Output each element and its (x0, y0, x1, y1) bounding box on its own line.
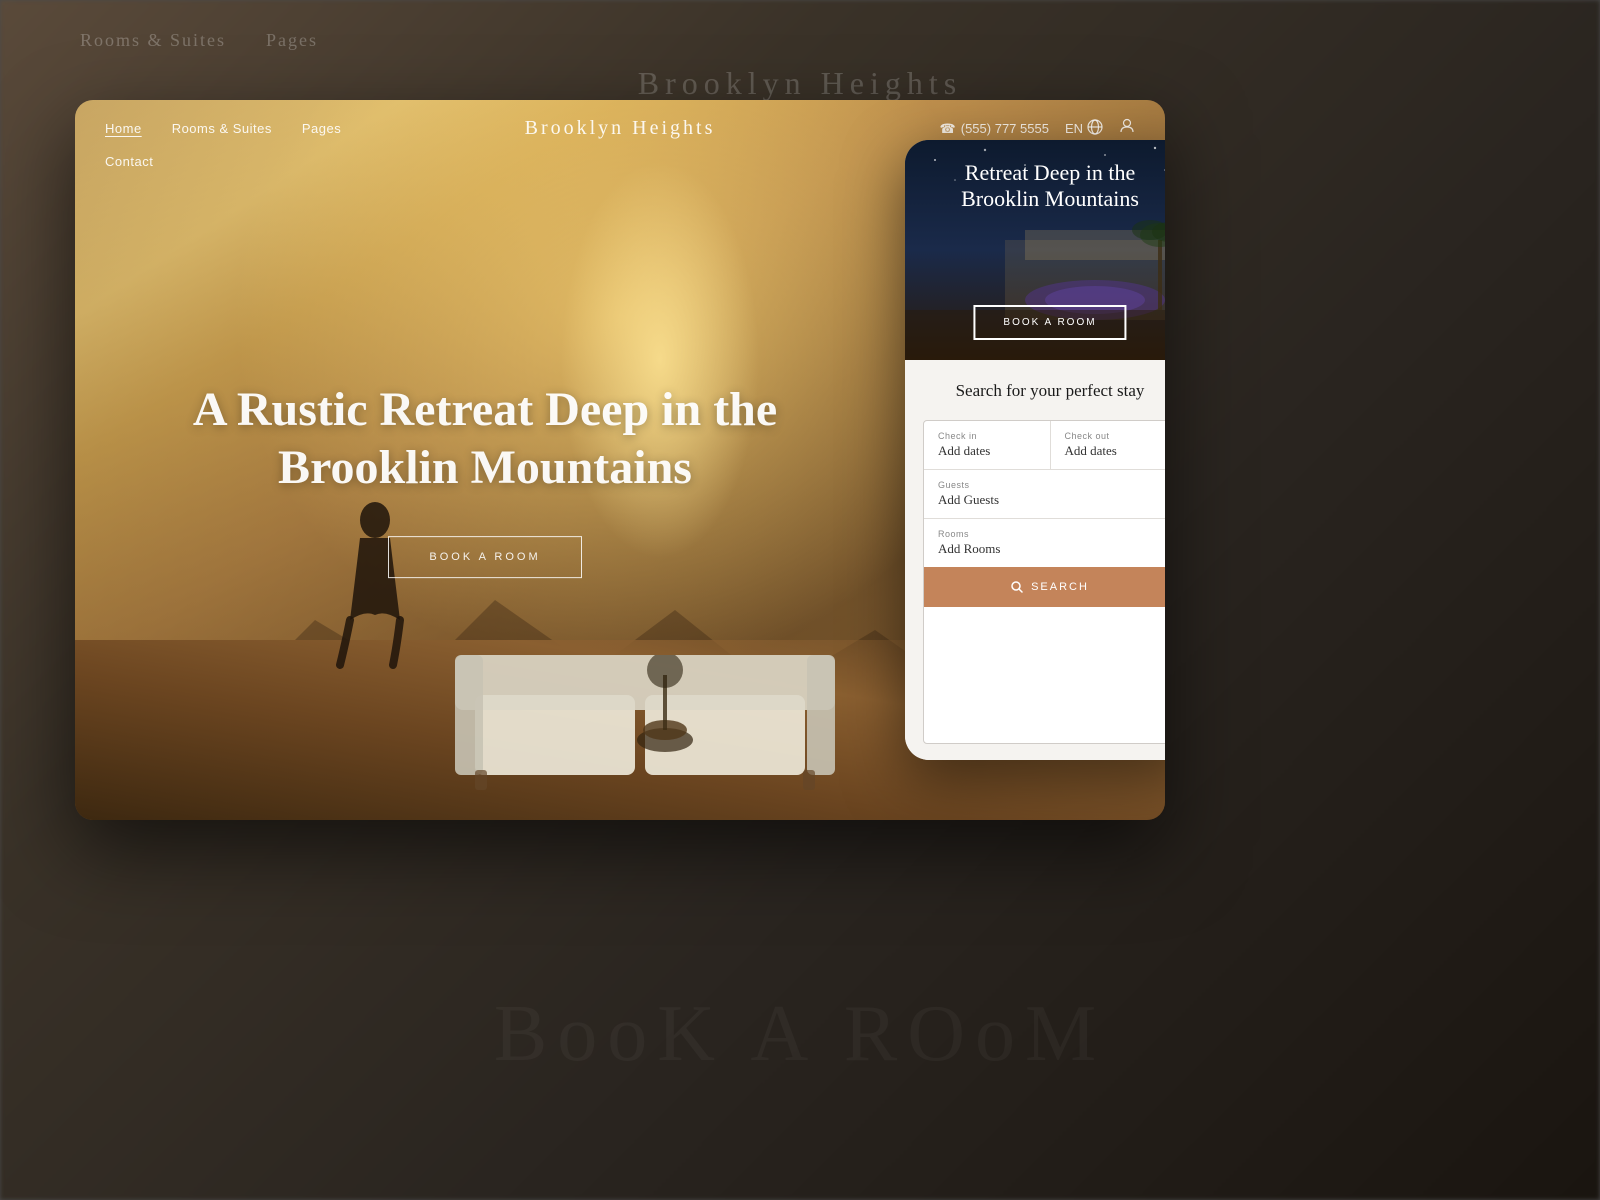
mobile-search-title: Search for your perfect stay (923, 380, 1165, 402)
check-in-label: Check in (938, 431, 1036, 441)
check-out-label: Check out (1065, 431, 1163, 441)
nav-links-left: Home Rooms & Suites Pages (105, 121, 341, 136)
browser-card: Home Rooms & Suites Pages Brooklyn Heigh… (75, 100, 1165, 820)
guests-value: Add Guests (938, 492, 1162, 508)
nav-language[interactable]: EN (1065, 119, 1103, 138)
nav-top-row: Home Rooms & Suites Pages Brooklyn Heigh… (105, 118, 1135, 139)
nav-phone[interactable]: ☎ (555) 777 5555 (940, 121, 1049, 137)
rooms-field[interactable]: Rooms Add Rooms (924, 519, 1165, 567)
globe-icon (1087, 119, 1103, 138)
bg-nav-rooms: Rooms & Suites (80, 30, 226, 51)
hero-content: A Rustic Retreat Deep in the Brooklin Mo… (75, 381, 895, 578)
search-icon (1011, 581, 1023, 593)
hero-title: A Rustic Retreat Deep in the Brooklin Mo… (135, 381, 835, 496)
mobile-hero-title: Retreat Deep in the Brooklin Mountains (905, 160, 1165, 213)
nav-brand: Brooklyn Heights (525, 117, 716, 140)
bg-nav-pages: Pages (266, 30, 318, 51)
background-center-title: Brooklyn Heights (0, 65, 1600, 102)
rooms-label: Rooms (938, 529, 1162, 539)
mobile-search-section: Search for your perfect stay Check in Ad… (905, 360, 1165, 760)
book-room-button[interactable]: BOOK A ROOM (388, 536, 581, 578)
check-in-field[interactable]: Check in Add dates (924, 421, 1050, 469)
background-nav-text: Rooms & Suites Pages (0, 30, 1600, 51)
check-out-value: Add dates (1065, 443, 1163, 459)
plant-bowl (635, 655, 695, 760)
rooms-value: Add Rooms (938, 541, 1162, 557)
guests-label: Guests (938, 480, 1162, 490)
lang-label: EN (1065, 121, 1083, 136)
check-dates-row: Check in Add dates Check out Add dates (924, 421, 1165, 470)
check-out-field[interactable]: Check out Add dates (1050, 421, 1166, 469)
guests-field[interactable]: Guests Add Guests (924, 470, 1165, 519)
search-button[interactable]: SEARCH (924, 567, 1165, 607)
user-icon[interactable] (1119, 118, 1135, 139)
check-in-value: Add dates (938, 443, 1036, 459)
nav-contact[interactable]: Contact (105, 154, 153, 169)
nav-contact-row: Contact (105, 153, 153, 171)
phone-icon: ☎ (940, 121, 956, 137)
nav-rooms-suites[interactable]: Rooms & Suites (172, 121, 272, 136)
mobile-book-button[interactable]: BOOK A ROOM (973, 305, 1126, 340)
nav-right: ☎ (555) 777 5555 EN (940, 118, 1135, 139)
search-form: Check in Add dates Check out Add dates G… (923, 420, 1165, 744)
nav-home[interactable]: Home (105, 121, 142, 136)
nav-pages[interactable]: Pages (302, 121, 341, 136)
phone-number: (555) 777 5555 (961, 121, 1049, 136)
mobile-card: Retreat Deep in the Brooklin Mountains B… (905, 140, 1165, 760)
mobile-card-hero: Retreat Deep in the Brooklin Mountains B… (905, 140, 1165, 360)
search-btn-label: SEARCH (1031, 581, 1089, 593)
bg-book-room-text: BooK A ROoM (494, 989, 1106, 1080)
